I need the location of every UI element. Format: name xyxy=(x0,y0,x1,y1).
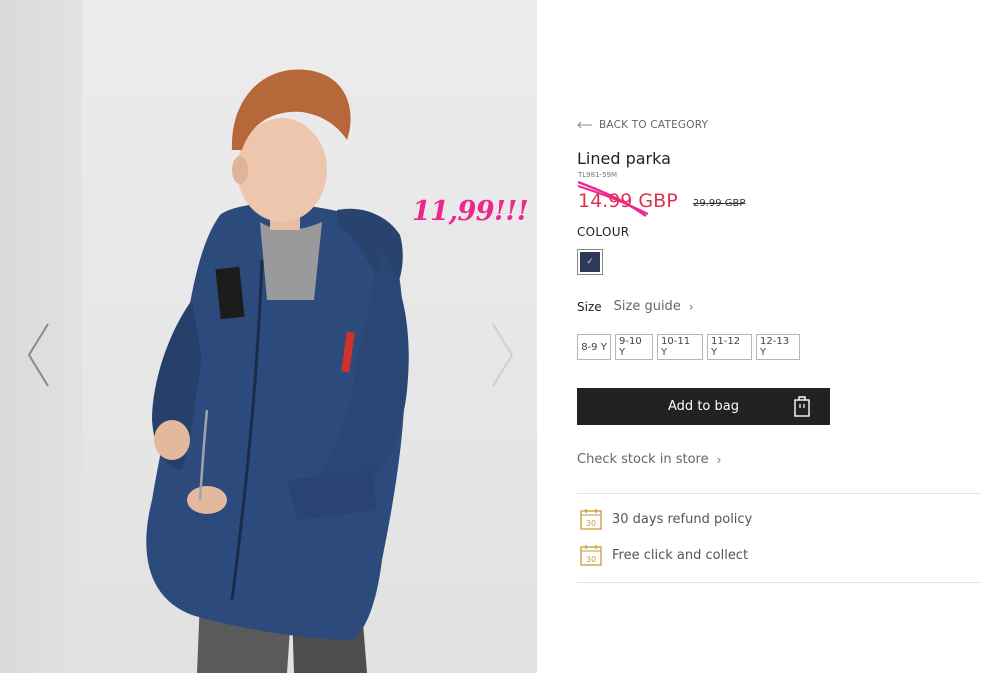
calendar-icon: 30 xyxy=(580,509,602,530)
add-to-bag-label: Add to bag xyxy=(668,399,739,414)
product-image xyxy=(146,69,409,673)
arrow-left-icon xyxy=(577,121,592,129)
size-option[interactable]: 10-11 Y xyxy=(657,334,703,360)
chevron-left-icon xyxy=(27,323,49,387)
back-to-category-label: BACK TO CATEGORY xyxy=(599,119,709,131)
add-to-bag-button[interactable]: Add to bag xyxy=(577,388,830,425)
chevron-right-icon xyxy=(492,323,514,387)
gallery-next-button[interactable] xyxy=(489,322,515,388)
product-gallery xyxy=(0,0,537,673)
check-stock-link[interactable]: Check stock in store › xyxy=(577,452,721,467)
chevron-right-icon: › xyxy=(688,299,694,314)
refund-policy-row: 30 30 days refund policy xyxy=(580,508,752,530)
colour-swatch-navy[interactable]: ✓ xyxy=(577,249,603,275)
product-details: BACK TO CATEGORY Lined parka TL981-59M 1… xyxy=(577,0,981,673)
price-sticker-annotation: 11,99!!! xyxy=(412,196,529,227)
product-sku: TL981-59M xyxy=(578,171,618,179)
shopping-bag-icon xyxy=(794,396,810,417)
size-guide-link[interactable]: Size guide xyxy=(614,299,681,314)
svg-text:30: 30 xyxy=(586,519,596,528)
size-option[interactable]: 11-12 Y xyxy=(707,334,752,360)
back-to-category-link[interactable]: BACK TO CATEGORY xyxy=(577,119,708,131)
divider xyxy=(577,493,981,494)
click-collect-label: Free click and collect xyxy=(612,547,749,563)
size-row: Size Size guide › xyxy=(577,299,694,314)
chevron-right-icon: › xyxy=(716,452,722,467)
old-price: 29.99 GBP xyxy=(693,198,746,209)
size-label: Size xyxy=(577,299,602,314)
size-option[interactable]: 8-9 Y xyxy=(577,334,611,360)
current-price: 14.99 GBP xyxy=(578,190,678,212)
product-title: Lined parka xyxy=(577,149,671,168)
size-option[interactable]: 12-13 Y xyxy=(756,334,800,360)
click-collect-row: 30 Free click and collect xyxy=(580,544,748,566)
check-icon: ✓ xyxy=(580,252,600,272)
check-stock-label: Check stock in store xyxy=(577,452,709,467)
colour-label: COLOUR xyxy=(577,225,630,239)
size-option[interactable]: 9-10 Y xyxy=(615,334,653,360)
calendar-icon: 30 xyxy=(580,545,602,566)
divider xyxy=(577,582,981,583)
refund-policy-label: 30 days refund policy xyxy=(612,511,753,527)
gallery-prev-button[interactable] xyxy=(26,322,52,388)
size-options: 8-9 Y 9-10 Y 10-11 Y 11-12 Y 12-13 Y xyxy=(577,334,800,360)
svg-text:30: 30 xyxy=(586,555,596,564)
